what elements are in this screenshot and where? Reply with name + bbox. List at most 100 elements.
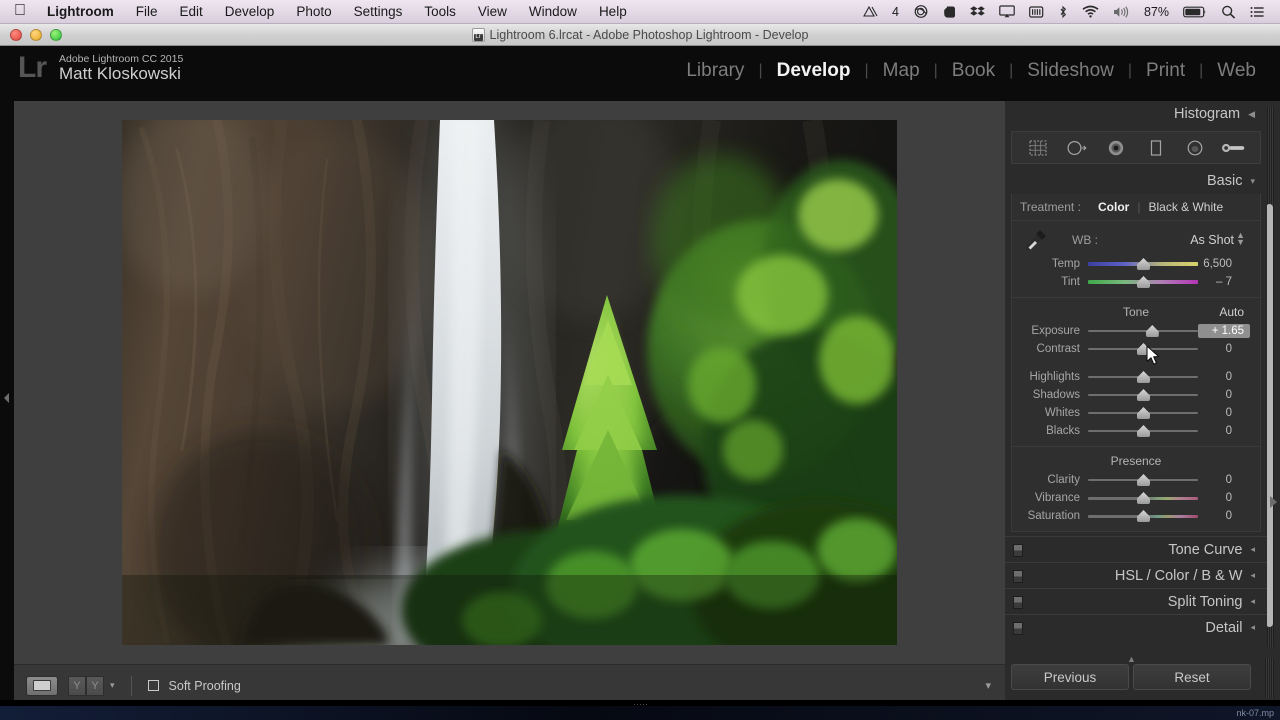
adjustment-brush-tool[interactable] [1221,137,1247,159]
right-panel-collapse-arrow-icon[interactable] [1270,496,1277,508]
loupe-view-button[interactable] [26,675,58,696]
panel-header-detail[interactable]: Detail ◂ [1005,614,1267,640]
slider-value-clarity[interactable]: 0 [1198,474,1242,486]
panel-flick-icon[interactable]: ◂ [1250,544,1255,555]
apple-icon[interactable]:  [10,0,36,25]
wifi-icon[interactable] [1075,0,1106,24]
slider-track-tint[interactable] [1088,275,1198,289]
slider-saturation[interactable]: Saturation 0 [1012,507,1260,525]
tab-web[interactable]: Web [1203,60,1270,82]
scroll-up-icon[interactable]: ▲ [1127,654,1136,664]
slider-whites[interactable]: Whites 0 [1012,404,1260,422]
panel-header-split-toning[interactable]: Split Toning ◂ [1005,588,1267,614]
slider-highlights[interactable]: Highlights 0 [1012,368,1260,386]
slider-track-temp[interactable] [1088,257,1198,271]
panel-header-hsl-color-bw[interactable]: HSL / Color / B & W ◂ [1005,562,1267,588]
panel-enable-switch[interactable] [1013,596,1023,609]
menu-file[interactable]: File [125,0,169,24]
tab-develop[interactable]: Develop [763,60,865,82]
bluetooth-icon[interactable] [1051,0,1075,24]
toolbar-expand-icon[interactable]: ▾ [985,679,991,692]
slider-value-contrast[interactable]: 0 [1198,343,1242,355]
panel-enable-switch[interactable] [1013,544,1023,557]
volume-icon[interactable] [1106,0,1137,24]
slider-knob[interactable] [1137,276,1150,288]
slider-contrast[interactable]: Contrast 0 [1012,340,1260,358]
left-panel-collapse-strip[interactable] [0,101,14,706]
dropbox-icon[interactable] [963,0,992,24]
slider-value-temp[interactable]: 6,500 [1198,258,1242,270]
battery-widget-icon[interactable] [1022,0,1051,24]
menu-photo[interactable]: Photo [285,0,342,24]
slider-knob[interactable] [1137,474,1150,486]
spot-removal-tool[interactable] [1064,137,1090,159]
slider-track-blacks[interactable] [1088,424,1198,438]
slider-value-saturation[interactable]: 0 [1198,510,1242,522]
white-balance-eyedropper-icon[interactable] [1012,227,1058,253]
panel-flick-icon[interactable]: ◂ [1250,622,1255,633]
slider-tint[interactable]: Tint – 7 [1012,273,1260,291]
stepper-icon[interactable]: ▲ ▼ [1236,231,1245,247]
slider-knob[interactable] [1137,510,1150,522]
before-after-button[interactable]: Y Y ▾ [68,675,115,696]
previous-button[interactable]: Previous [1011,664,1129,690]
menu-settings[interactable]: Settings [343,0,414,24]
slider-knob[interactable] [1137,343,1150,355]
tab-map[interactable]: Map [869,60,934,82]
slider-knob[interactable] [1145,325,1159,337]
slider-knob[interactable] [1137,425,1150,437]
panel-flick-icon[interactable]: ◂ [1250,596,1255,607]
red-eye-correction-tool[interactable] [1103,137,1129,159]
photo-viewport[interactable] [14,101,1005,664]
auto-tone-button[interactable]: Auto [1219,305,1244,319]
display-mirror-icon[interactable] [856,0,885,24]
radial-filter-tool[interactable] [1182,137,1208,159]
right-panel-scrollbar-thumb[interactable] [1266,204,1273,627]
slider-track-shadows[interactable] [1088,388,1198,402]
slider-value-blacks[interactable]: 0 [1198,425,1242,437]
wb-value[interactable]: As Shot ▲ ▼ [1190,231,1245,248]
slider-knob[interactable] [1137,389,1150,401]
slider-exposure[interactable]: Exposure + 1.65 [1012,322,1260,340]
slider-value-exposure[interactable]: + 1.65 [1198,324,1250,338]
menu-develop[interactable]: Develop [214,0,286,24]
tab-library[interactable]: Library [672,60,758,82]
slider-track-vibrance[interactable] [1088,491,1198,505]
tab-book[interactable]: Book [938,60,1009,82]
crop-overlay-tool[interactable] [1025,137,1051,159]
photo-image[interactable] [122,120,897,645]
slider-track-highlights[interactable] [1088,370,1198,384]
treatment-color-option[interactable]: Color [1090,200,1137,214]
slider-track-contrast[interactable] [1088,342,1198,356]
notification-center-icon[interactable] [1243,0,1272,24]
panel-enable-switch[interactable] [1013,570,1023,583]
tab-print[interactable]: Print [1132,60,1199,82]
menu-tools[interactable]: Tools [413,0,467,24]
triangle-left-icon[interactable]: ◀ [1248,109,1255,120]
menu-lightroom[interactable]: Lightroom [36,0,125,24]
menu-help[interactable]: Help [588,0,638,24]
panel-header-tone-curve[interactable]: Tone Curve ◂ [1005,536,1267,562]
panel-flick-icon[interactable]: ▾ [1250,176,1255,187]
creative-cloud-icon[interactable] [906,0,936,24]
slider-clarity[interactable]: Clarity 0 [1012,471,1260,489]
panel-enable-switch[interactable] [1013,622,1023,635]
graduated-filter-tool[interactable] [1143,137,1169,159]
right-panel-scroll-track-bottom[interactable] [1265,658,1274,698]
slider-knob[interactable] [1137,258,1150,270]
slider-knob[interactable] [1137,371,1150,383]
slider-knob[interactable] [1137,492,1150,504]
evernote-icon[interactable] [936,0,963,24]
panel-header-histogram[interactable]: Histogram ◀ [1005,101,1267,127]
slider-value-whites[interactable]: 0 [1198,407,1242,419]
battery-icon[interactable] [1176,0,1214,24]
slider-track-exposure[interactable] [1088,324,1198,338]
treatment-bw-option[interactable]: Black & White [1140,200,1231,214]
spotlight-search-icon[interactable] [1214,0,1243,24]
identity-plate[interactable]: Lr Adobe Lightroom CC 2015 Matt Kloskows… [18,53,183,83]
slider-value-vibrance[interactable]: 0 [1198,492,1242,504]
slider-value-shadows[interactable]: 0 [1198,389,1242,401]
airplay-icon[interactable] [992,0,1022,24]
slider-track-saturation[interactable] [1088,509,1198,523]
slider-vibrance[interactable]: Vibrance 0 [1012,489,1260,507]
